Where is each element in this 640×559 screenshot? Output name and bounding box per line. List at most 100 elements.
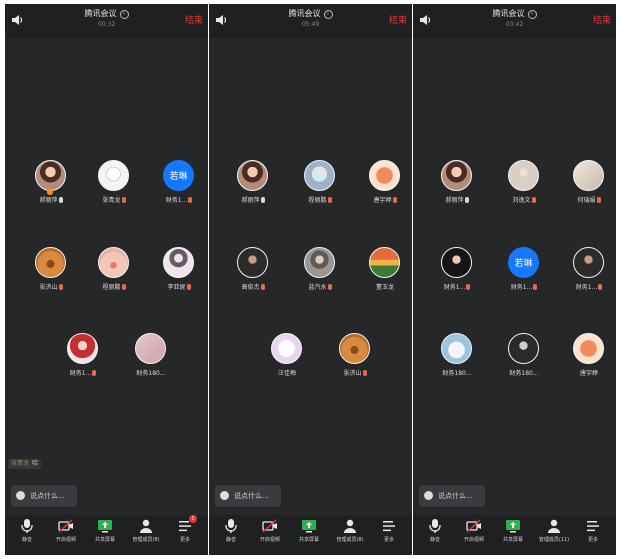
meeting-title: 腾讯会议 i (413, 9, 616, 19)
participant-tile[interactable]: 张济山 (21, 247, 81, 303)
chat-input[interactable]: 说点什么... (215, 485, 281, 507)
participant-tile[interactable]: 何瑞娟 (559, 160, 616, 216)
emoji-icon[interactable] (424, 491, 433, 500)
toolbar-button-mic[interactable]: 静音 (7, 518, 47, 554)
notification-badge: 1 (189, 515, 197, 523)
participant-tile[interactable]: 郝丽萍 (223, 160, 283, 216)
participant-tile[interactable]: 张济山 (325, 333, 385, 389)
mic-muted-icon (533, 284, 538, 290)
chat-input[interactable]: 说点什么... (11, 485, 77, 507)
participant-name: 何瑞娟 (559, 195, 616, 204)
mic-muted-icon (92, 370, 97, 376)
chat-input-placeholder: 说点什么... (234, 492, 269, 500)
toolbar-button-members[interactable]: 管理成员(8) (126, 518, 166, 554)
participant-tile[interactable]: 财务180... (121, 333, 181, 389)
participant-name-text: 刘逸文 (512, 197, 531, 204)
participant-tile[interactable]: 财务1... (53, 333, 113, 389)
toolbar-button-members[interactable]: 管理成员(8) (330, 518, 370, 554)
flame-icon (47, 188, 53, 195)
participant-tile[interactable]: 郝丽萍 (427, 160, 487, 216)
participant-tile[interactable]: 张青龙 (84, 160, 144, 216)
avatar (271, 333, 302, 364)
mic-muted-icon (188, 197, 193, 203)
participant-tile[interactable]: 程丽鹏 (290, 160, 350, 216)
info-icon[interactable]: i (323, 10, 333, 19)
participant-tile[interactable]: 唐宇婷 (559, 333, 616, 389)
participant-tile[interactable]: 盐汽水 (290, 247, 350, 303)
avatar (35, 247, 66, 278)
end-meeting-button[interactable]: 结束 (593, 13, 611, 26)
toolbar-button-more[interactable]: 1 更多 (165, 515, 205, 554)
participant-name: 张济山 (21, 282, 81, 291)
avatar (304, 160, 335, 191)
toolbar-button-more[interactable]: 更多 (369, 518, 409, 554)
toolbar-label: 静音 (21, 537, 32, 543)
toolbar-button-share-screen[interactable]: 共享屏幕 (493, 518, 533, 554)
toolbar-button-video-off[interactable]: 开启视频 (454, 518, 494, 554)
avatar (237, 247, 268, 278)
toolbar-button-mic[interactable]: 静音 (211, 518, 251, 554)
participant-tile[interactable]: 程丽鹏 (84, 247, 144, 303)
bottom-toolbar: 静音 开启视频 共享屏幕 管理成员(8) 更多 (209, 515, 412, 555)
participant-tile[interactable]: 财务1... (427, 247, 487, 303)
end-meeting-button[interactable]: 结束 (389, 13, 407, 26)
participant-name-text: 财务1... (510, 284, 533, 291)
toolbar-button-more[interactable]: 更多 (573, 518, 613, 554)
info-icon[interactable]: i (119, 10, 129, 19)
avatar: 若琳 (163, 160, 194, 191)
participant-name: 汪佳梅 (257, 368, 317, 377)
participant-tile[interactable]: 刘逸文 (494, 160, 554, 216)
meeting-title-text: 腾讯会议 (288, 9, 321, 18)
participant-tile[interactable]: 董玉龙 (355, 247, 412, 303)
participant-tile[interactable]: 财务1... (559, 247, 616, 303)
info-icon[interactable]: i (527, 10, 537, 19)
toolbar-button-share-screen[interactable]: 共享屏幕 (85, 518, 125, 554)
participant-name: 财务180... (494, 368, 554, 377)
video-off-icon (262, 518, 278, 534)
participant-tile[interactable]: 汪佳梅 (257, 333, 317, 389)
participant-tile[interactable]: 财务180... (494, 333, 554, 389)
end-meeting-button[interactable]: 结束 (185, 13, 203, 26)
participant-name-text: 高俊杰 (241, 284, 260, 291)
participant-name: 高俊杰 (223, 282, 283, 291)
participant-name-text: 张济山 (343, 370, 362, 377)
toolbar-label: 更多 (587, 537, 598, 543)
meeting-title: 腾讯会议 i (209, 9, 412, 19)
mic-icon (427, 518, 443, 534)
meeting-screen-1: 腾讯会议 i 00:32 结束郝丽萍 张青龙 若琳 财务1... 张济山 程丽鹏 李亚妮 财务1..… (5, 4, 208, 555)
toolbar-label: 共享屏幕 (94, 537, 115, 543)
mic-icon (223, 518, 239, 534)
toolbar-label: 共享屏幕 (502, 537, 523, 543)
avatar (339, 333, 370, 364)
participant-name-text: 盐汽水 (308, 284, 327, 291)
top-bar: 腾讯会议 i 00:32 结束 (5, 4, 208, 38)
participant-name: 财务1... (427, 282, 487, 291)
participant-tile[interactable]: 高俊杰 (223, 247, 283, 303)
emoji-icon[interactable] (220, 491, 229, 500)
avatar (573, 247, 604, 278)
participant-name: 唐宇婷 (559, 368, 616, 377)
participant-tile[interactable]: 若琳 财务1... (149, 160, 208, 216)
chat-input[interactable]: 说点什么... (419, 485, 485, 507)
toolbar-button-members[interactable]: 管理成员(11) (534, 518, 574, 554)
avatar (35, 160, 66, 191)
mic-on-icon (464, 197, 469, 203)
participant-tile[interactable]: 唐宇婷 (355, 160, 412, 216)
participant-tile[interactable]: 郝丽萍 (21, 160, 81, 216)
participant-tile[interactable]: 财务180... (427, 333, 487, 389)
participant-tile[interactable]: 若琳 财务1... (494, 247, 554, 303)
avatar (508, 333, 539, 364)
toolbar-button-video-off[interactable]: 开启视频 (46, 518, 86, 554)
share-screen-icon (505, 518, 521, 534)
emoji-icon[interactable] (16, 491, 25, 500)
toolbar-button-video-off[interactable]: 开启视频 (250, 518, 290, 554)
toolbar-button-mic[interactable]: 静音 (415, 518, 455, 554)
toolbar-button-share-screen[interactable]: 共享屏幕 (289, 518, 329, 554)
mic-muted-icon (121, 284, 126, 290)
video-off-icon (58, 518, 74, 534)
mic-muted-icon (327, 284, 332, 290)
participant-tile[interactable]: 李亚妮 (149, 247, 208, 303)
participant-name-text: 郝丽萍 (39, 197, 58, 204)
meeting-title-text: 腾讯会议 (84, 9, 117, 18)
share-screen-icon (301, 518, 317, 534)
